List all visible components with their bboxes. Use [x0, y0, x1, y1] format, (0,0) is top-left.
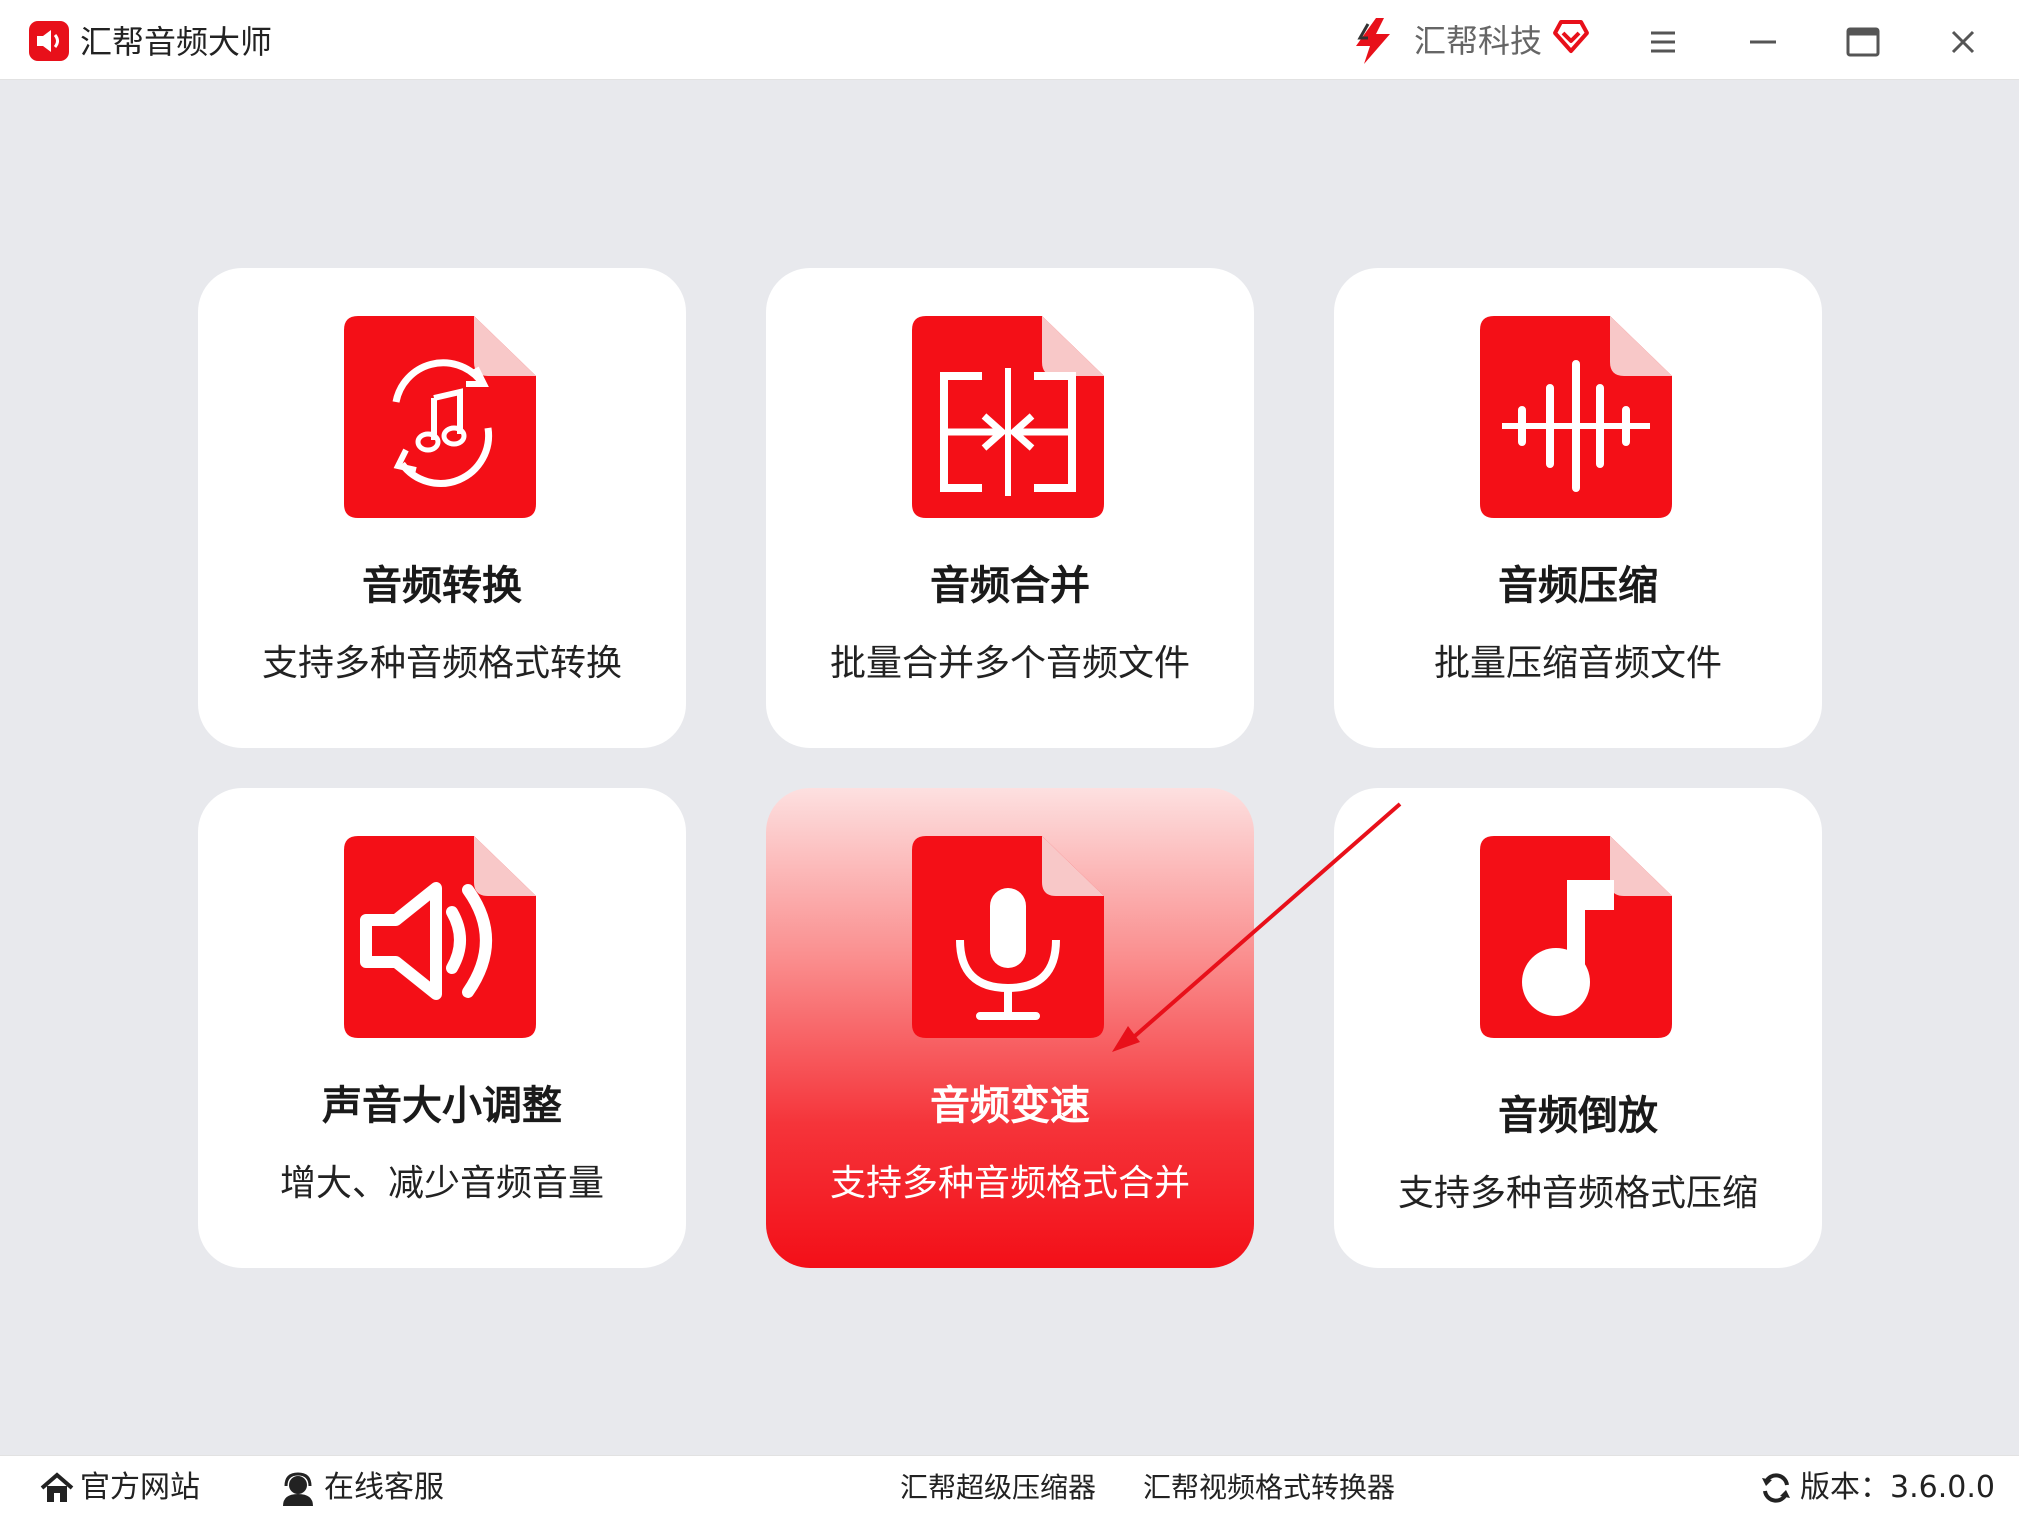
compressor-link[interactable]: 汇帮超级压缩器	[900, 1466, 1096, 1510]
footer-bar: 官方网站 在线客服 汇帮超级压缩器 汇帮视频格式转换器 版本：3.6.0.0	[0, 1455, 2019, 1519]
brand-lightning-icon	[1356, 18, 1390, 64]
service-label: 在线客服	[324, 1470, 444, 1505]
minimize-icon[interactable]	[1741, 20, 1785, 64]
vip-diamond-icon[interactable]	[1552, 18, 1590, 54]
card-title: 声音大小调整	[322, 1083, 562, 1129]
website-label: 官方网站	[80, 1470, 200, 1505]
title-bar: 汇帮音频大师 汇帮科技	[0, 0, 2019, 80]
card-audio-compress[interactable]: 音频压缩 批量压缩音频文件	[1334, 268, 1822, 748]
pointer-arrow	[1112, 802, 1402, 1052]
music-note-icon	[1480, 836, 1672, 1038]
card-audio-reverse[interactable]: 音频倒放 支持多种音频格式压缩	[1334, 788, 1822, 1268]
music-convert-icon	[344, 316, 536, 518]
app-title: 汇帮音频大师	[80, 23, 273, 61]
card-title: 音频转换	[362, 563, 522, 609]
card-audio-speed[interactable]: 音频变速 支持多种音频格式合并	[766, 788, 1254, 1268]
card-title: 音频合并	[930, 563, 1090, 609]
video-converter-link[interactable]: 汇帮视频格式转换器	[1143, 1466, 1395, 1510]
card-desc: 批量压缩音频文件	[1433, 643, 1722, 684]
app-speaker-icon	[29, 21, 69, 61]
card-desc: 支持多种音频格式压缩	[1397, 1173, 1758, 1214]
home-icon	[40, 1472, 74, 1502]
refresh-icon	[1762, 1473, 1790, 1503]
volume-icon	[344, 836, 536, 1038]
microphone-icon	[912, 836, 1104, 1038]
online-service-link[interactable]: 在线客服	[280, 1466, 460, 1510]
customer-service-icon	[283, 1472, 313, 1506]
close-icon[interactable]	[1941, 20, 1985, 64]
card-desc: 支持多种音频格式合并	[829, 1163, 1190, 1204]
card-title: 音频变速	[930, 1083, 1090, 1129]
merge-icon	[912, 316, 1104, 518]
maximize-icon[interactable]	[1841, 20, 1885, 64]
card-desc: 增大、减少音频音量	[279, 1163, 604, 1204]
card-audio-merge[interactable]: 音频合并 批量合并多个音频文件	[766, 268, 1254, 748]
card-volume-adjust[interactable]: 声音大小调整 增大、减少音频音量	[198, 788, 686, 1268]
waveform-compress-icon	[1480, 316, 1672, 518]
version-label: 版本：3.6.0.0	[1800, 1470, 1995, 1505]
menu-icon[interactable]	[1641, 20, 1685, 64]
card-title: 音频压缩	[1498, 563, 1658, 609]
brand-name: 汇帮科技	[1414, 22, 1543, 60]
card-desc: 支持多种音频格式转换	[261, 643, 622, 684]
official-website-link[interactable]: 官方网站	[40, 1466, 200, 1510]
card-title: 音频倒放	[1498, 1093, 1658, 1139]
card-audio-convert[interactable]: 音频转换 支持多种音频格式转换	[198, 268, 686, 748]
card-desc: 批量合并多个音频文件	[829, 643, 1190, 684]
version-info[interactable]: 版本：3.6.0.0	[1760, 1466, 1995, 1510]
